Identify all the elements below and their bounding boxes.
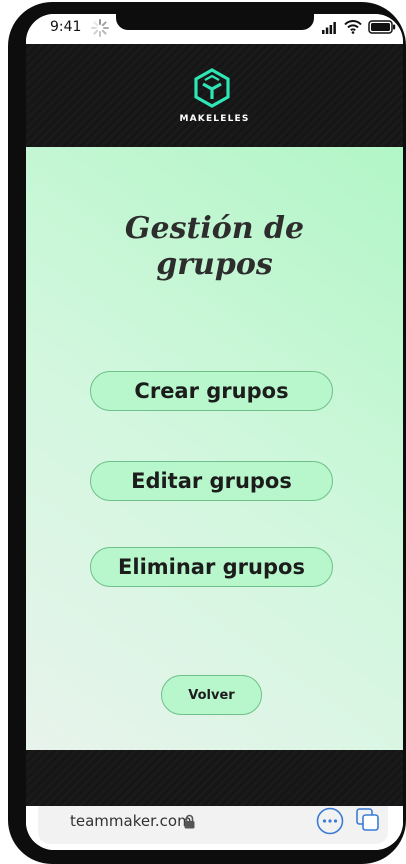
- wifi-icon: [344, 20, 362, 34]
- app-header: MAKELELES: [26, 44, 403, 147]
- phone-frame: 9:41 MAKELELES Gestión de grupos Crear g…: [8, 2, 406, 864]
- logo-cube-icon: [194, 68, 230, 108]
- main-content: Gestión de grupos Crear grupos Editar gr…: [26, 147, 403, 750]
- app-footer: [26, 750, 403, 806]
- more-options-icon[interactable]: [316, 807, 344, 835]
- status-time: 9:41: [50, 19, 82, 35]
- url-text: teammaker.com: [70, 812, 192, 830]
- delete-groups-button[interactable]: Eliminar grupos: [90, 547, 333, 587]
- edit-groups-label: Editar grupos: [131, 469, 292, 493]
- cellular-signal-icon: [322, 22, 336, 34]
- loading-spinner-icon: [91, 19, 109, 37]
- back-label: Volver: [188, 687, 235, 703]
- url-bar[interactable]: teammaker.com: [38, 806, 388, 844]
- notch: [116, 14, 314, 30]
- page-title-line2: grupos: [156, 247, 273, 282]
- create-groups-button[interactable]: Crear grupos: [90, 371, 333, 411]
- status-bar: 9:41: [26, 14, 403, 44]
- back-button[interactable]: Volver: [161, 675, 262, 715]
- page-title: Gestión de grupos: [26, 211, 403, 283]
- browser-bar: teammaker.com: [26, 806, 403, 850]
- battery-icon: [368, 20, 396, 34]
- delete-groups-label: Eliminar grupos: [118, 555, 305, 579]
- screen: 9:41 MAKELELES Gestión de grupos Crear g…: [26, 14, 403, 850]
- page-title-line1: Gestión de: [124, 211, 305, 246]
- lock-icon: [184, 814, 195, 829]
- edit-groups-button[interactable]: Editar grupos: [90, 461, 333, 501]
- create-groups-label: Crear grupos: [134, 379, 289, 403]
- brand-name: MAKELELES: [179, 114, 250, 124]
- tabs-icon[interactable]: [355, 807, 381, 833]
